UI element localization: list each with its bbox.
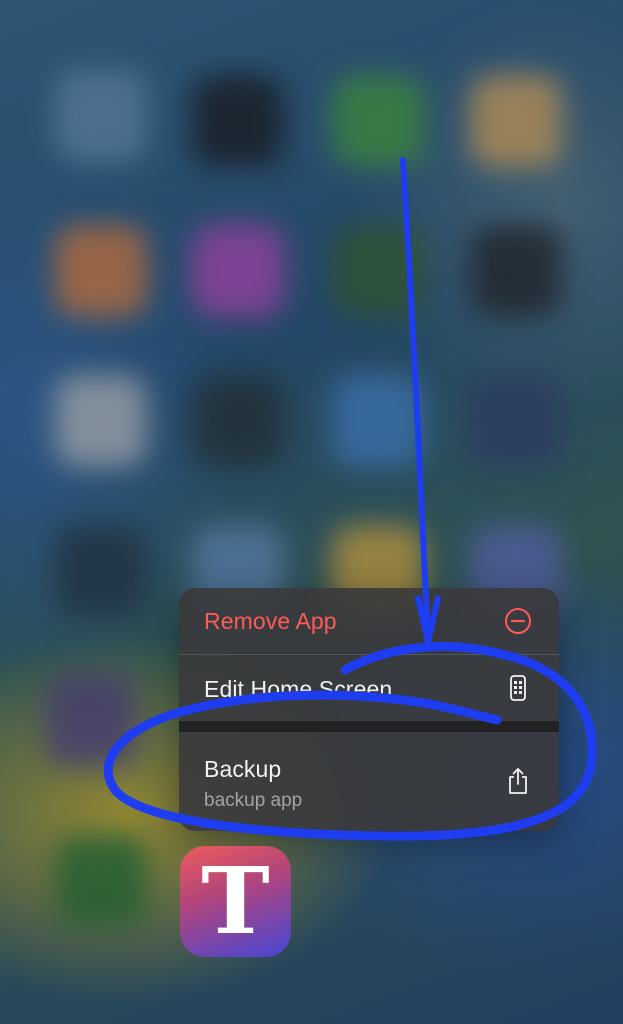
menu-group-divider	[179, 721, 559, 732]
app-icon[interactable]: T	[180, 846, 291, 957]
edit-home-screen-menu-item[interactable]: Edit Home Screen	[179, 655, 559, 721]
share-icon	[509, 768, 527, 794]
app-context-menu: Remove App Edit Home Screen Backup backu…	[179, 588, 559, 831]
minus-circle-icon	[505, 608, 531, 634]
backup-label: Backup	[204, 756, 282, 782]
backup-sublabel: backup app	[204, 790, 303, 811]
remove-app-menu-item[interactable]: Remove App	[179, 588, 559, 654]
phone-apps-icon	[510, 675, 526, 701]
app-icon-letter: T	[201, 847, 270, 955]
edit-home-screen-label: Edit Home Screen	[204, 676, 393, 702]
background-dim-overlay	[0, 0, 623, 1024]
remove-app-label: Remove App	[204, 608, 337, 634]
backup-menu-item[interactable]: Backup backup app	[179, 732, 559, 831]
